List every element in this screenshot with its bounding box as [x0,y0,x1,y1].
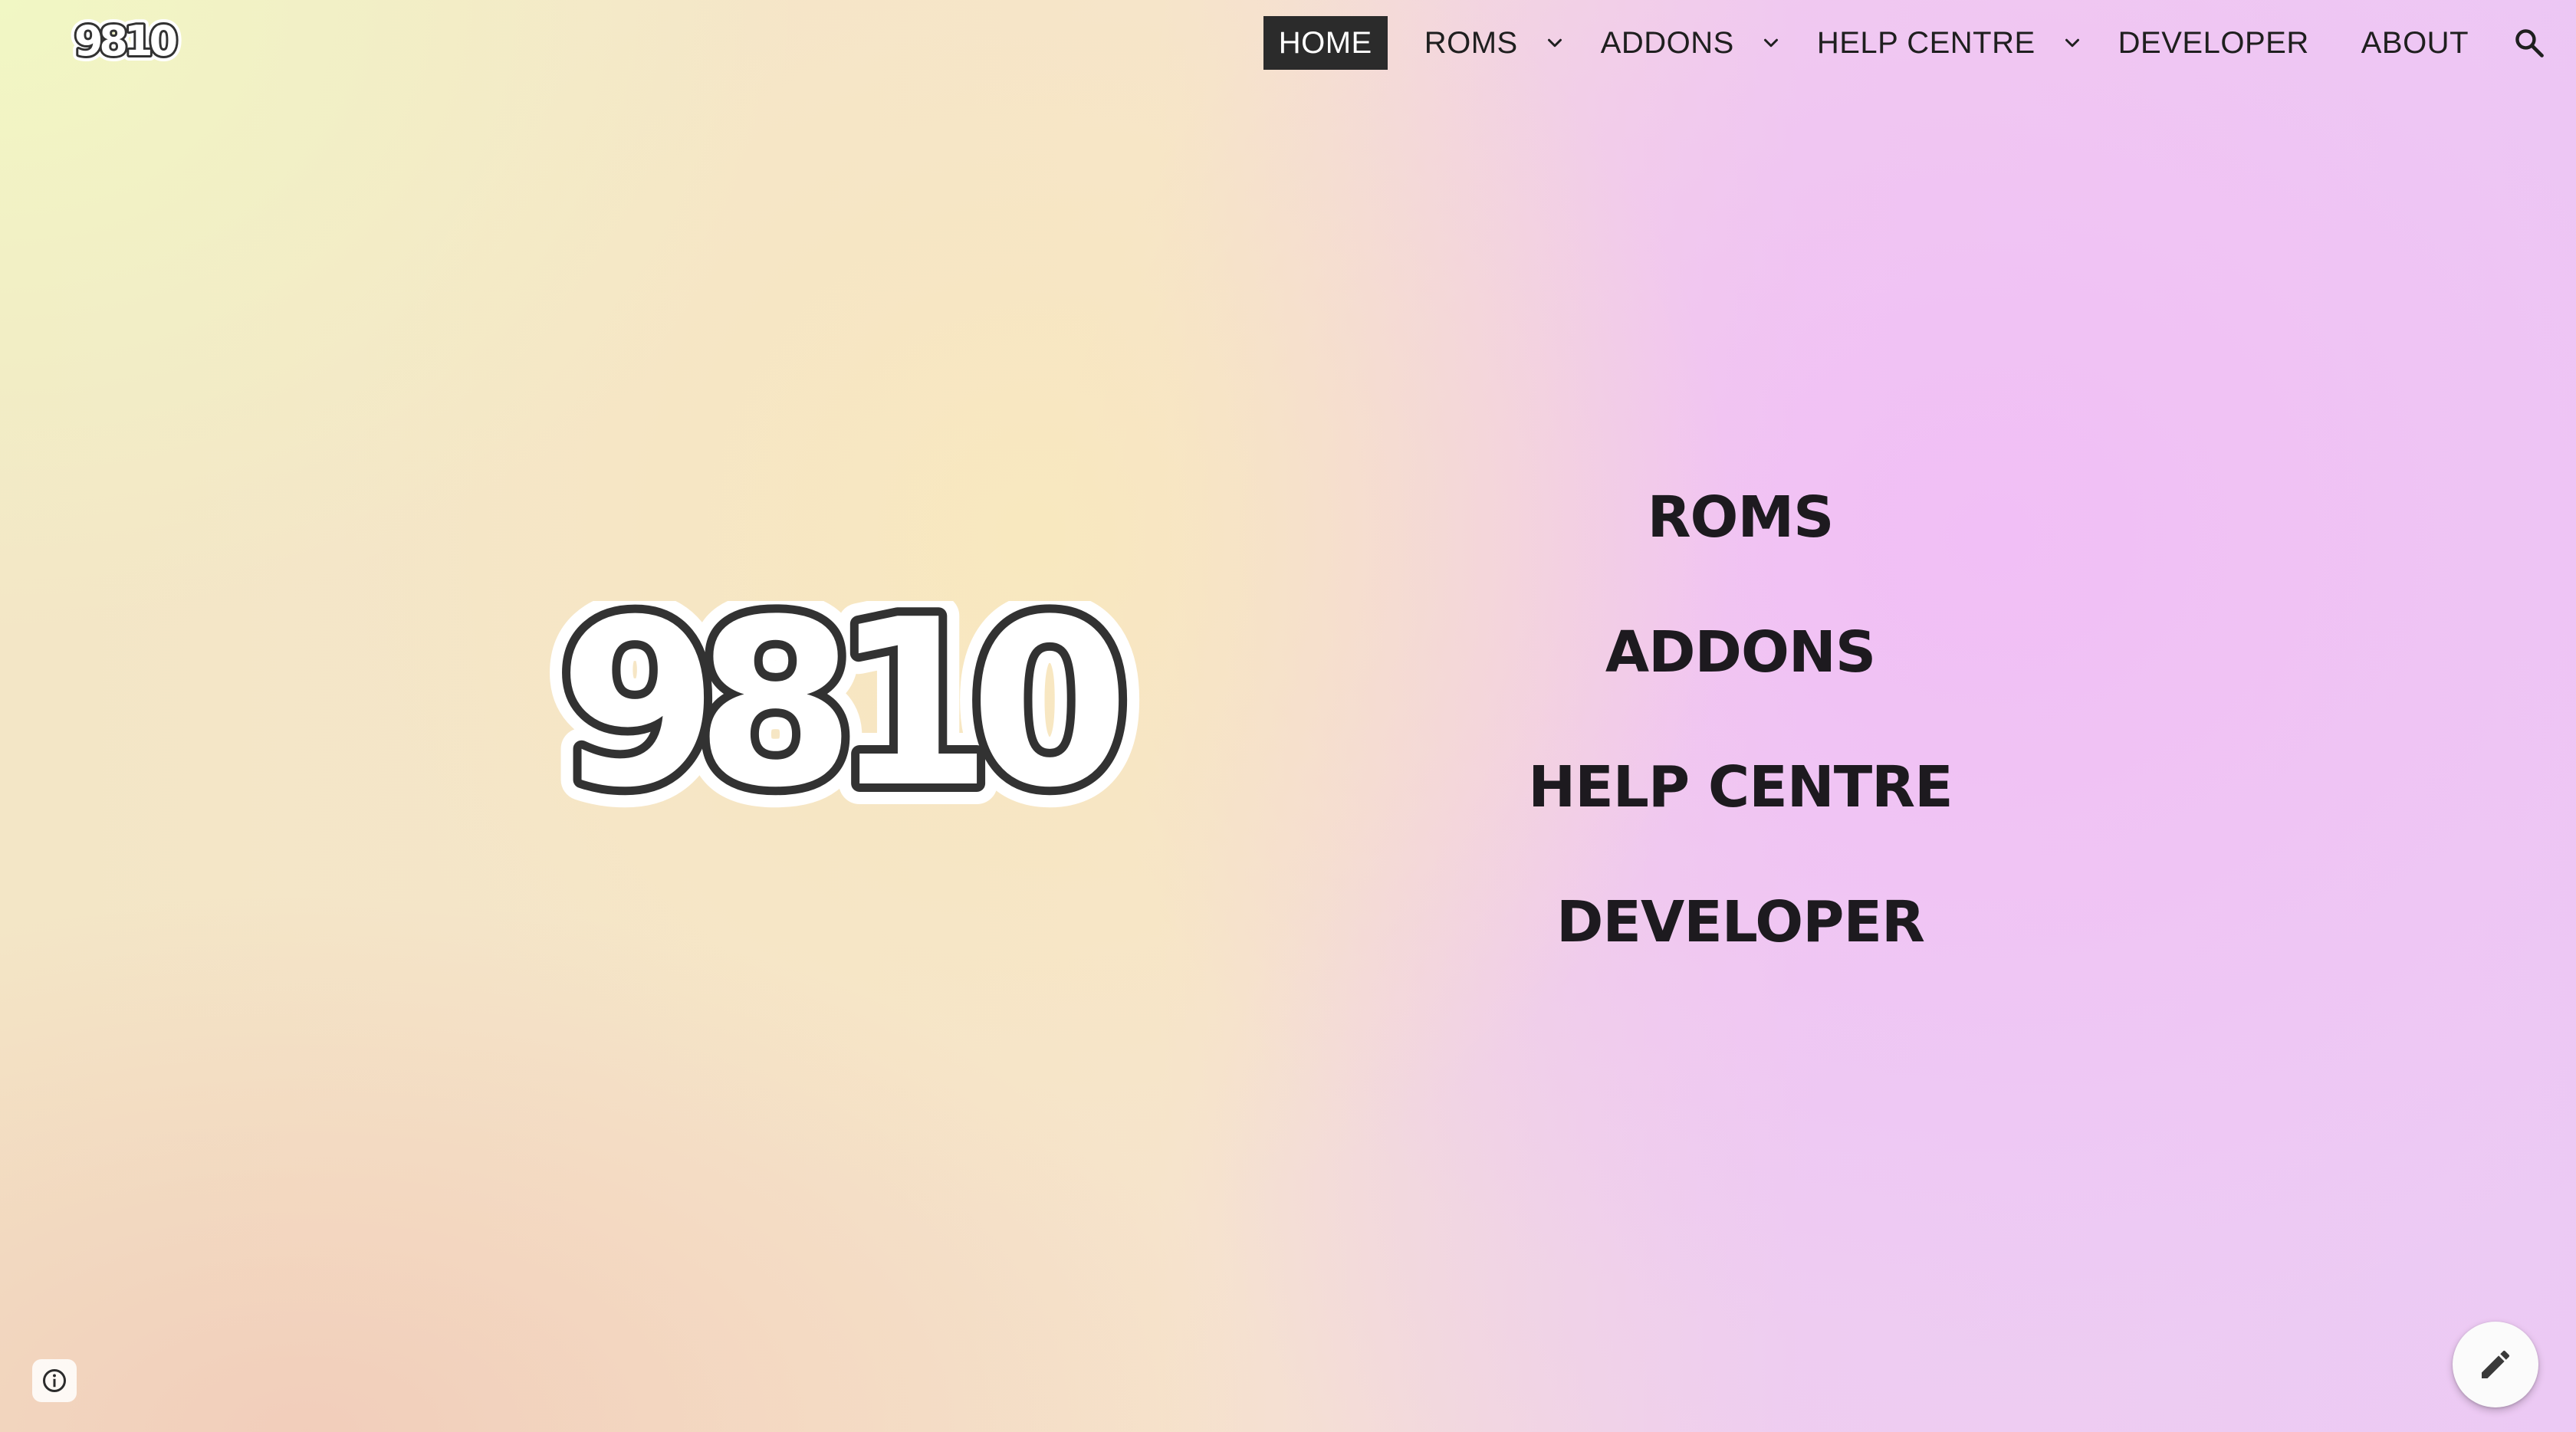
chevron-down-icon[interactable] [1753,25,1789,61]
nav-home[interactable]: HOME [1263,16,1388,70]
chevron-down-icon[interactable] [2054,25,2091,61]
search-button[interactable] [2502,16,2556,70]
nav-addons-label[interactable]: ADDONS [1585,16,1750,70]
nav-roms[interactable]: ROMS [1409,16,1573,70]
hero-logo: 9810 9810 9810 [538,601,1165,822]
site-header: 9810 9810 HOME ROMS ADDONS HELP CENTRE D… [0,0,2576,86]
hero-link-roms[interactable]: ROMS [1426,460,2055,595]
nav-developer-label[interactable]: DEVELOPER [2103,16,2325,70]
hero-link-help-centre[interactable]: HELP CENTRE [1426,730,2055,865]
site-logo[interactable]: 9810 9810 [57,17,192,67]
hero-link-list: ROMS ADDONS HELP CENTRE DEVELOPER [1426,460,2055,1000]
nav-about-label[interactable]: ABOUT [2346,16,2484,70]
edit-button[interactable] [2453,1322,2538,1407]
search-icon [2515,29,2544,57]
hero-link-addons[interactable]: ADDONS [1426,595,2055,730]
nav-roms-label[interactable]: ROMS [1409,16,1533,70]
main-nav: HOME ROMS ADDONS HELP CENTRE DEVELOPER A… [1263,15,2576,71]
pencil-icon [2482,1350,2510,1378]
nav-home-label[interactable]: HOME [1263,16,1388,70]
nav-addons[interactable]: ADDONS [1585,16,1789,70]
nav-help-centre-label[interactable]: HELP CENTRE [1802,16,2051,70]
chevron-down-icon[interactable] [1536,25,1573,61]
nav-help-centre[interactable]: HELP CENTRE [1802,16,2091,70]
nav-developer[interactable]: DEVELOPER [2103,16,2325,70]
nav-about[interactable]: ABOUT [2346,16,2484,70]
info-button[interactable] [32,1359,77,1402]
info-icon [43,1369,66,1392]
site-logo-text: 9810 [74,17,176,65]
hero-link-developer[interactable]: DEVELOPER [1426,865,2055,1000]
hero-logo-text: 9810 [559,601,1121,822]
